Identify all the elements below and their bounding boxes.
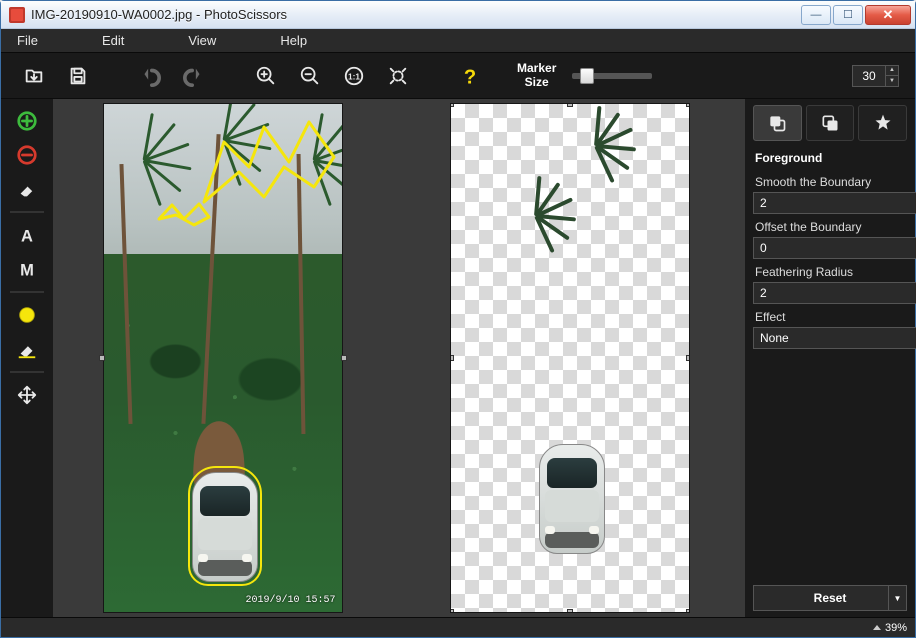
- feather-input[interactable]: [753, 282, 916, 304]
- manual-mode-tool[interactable]: M: [7, 255, 47, 283]
- app-icon: [9, 7, 25, 23]
- close-button[interactable]: ✕: [865, 5, 911, 25]
- reset-button-label: Reset: [814, 591, 847, 605]
- canvas-area: 2019/9/10 15:57: [53, 99, 745, 617]
- panel-section-title: Foreground: [753, 147, 907, 169]
- crop-handle-icon[interactable]: [686, 103, 690, 107]
- crop-handle-icon[interactable]: [99, 355, 105, 361]
- crop-handle-icon[interactable]: [450, 609, 454, 613]
- auto-mode-tool[interactable]: A: [7, 221, 47, 249]
- crop-handle-icon[interactable]: [450, 355, 454, 361]
- car-icon: [192, 472, 258, 582]
- redo-button[interactable]: [177, 59, 211, 93]
- marker-size-input[interactable]: ▲ ▼: [852, 65, 899, 87]
- offset-label: Offset the Boundary: [753, 214, 907, 237]
- maximize-button[interactable]: ☐: [833, 5, 863, 25]
- zoom-actual-button[interactable]: 1:1: [337, 59, 371, 93]
- zoom-out-button[interactable]: [293, 59, 327, 93]
- menu-edit[interactable]: Edit: [102, 33, 124, 48]
- properties-panel: Foreground Smooth the Boundary ▲▼ Offset…: [745, 99, 915, 617]
- top-toolbar: 1:1 ? Marker Size ▲ ▼: [1, 53, 915, 99]
- tab-effects[interactable]: [858, 105, 907, 141]
- smooth-label: Smooth the Boundary: [753, 169, 907, 192]
- minimize-button[interactable]: —: [801, 5, 831, 25]
- left-toolbar: A M: [1, 99, 53, 617]
- foliage-icon: [551, 114, 641, 174]
- statusbar: 39%: [1, 617, 915, 637]
- source-pane[interactable]: 2019/9/10 15:57: [53, 103, 392, 613]
- menubar: File Edit View Help: [1, 29, 915, 53]
- car-icon: [539, 444, 605, 554]
- marker-size-down-icon[interactable]: ▼: [886, 76, 898, 86]
- foliage-icon: [491, 184, 581, 244]
- effect-select[interactable]: [753, 327, 916, 349]
- reset-dropdown-icon[interactable]: ▼: [888, 586, 906, 610]
- menu-view[interactable]: View: [188, 33, 216, 48]
- move-tool[interactable]: [7, 381, 47, 409]
- app-window: IMG-20190910-WA0002.jpg - PhotoScissors …: [0, 0, 916, 638]
- crop-handle-icon[interactable]: [567, 609, 573, 613]
- crop-handle-icon[interactable]: [450, 103, 454, 107]
- svg-text:M: M: [20, 261, 34, 279]
- feather-label: Feathering Radius: [753, 259, 907, 282]
- svg-text:?: ?: [464, 66, 476, 87]
- undo-button[interactable]: [133, 59, 167, 93]
- offset-input[interactable]: [753, 237, 916, 259]
- eraser-tool[interactable]: [7, 175, 47, 203]
- effect-label: Effect: [753, 304, 907, 327]
- crop-handle-icon[interactable]: [567, 103, 573, 107]
- crop-handle-icon[interactable]: [686, 609, 690, 613]
- image-timestamp: 2019/9/10 15:57: [245, 595, 335, 606]
- marker-size-slider[interactable]: [572, 73, 652, 79]
- tab-background[interactable]: [806, 105, 855, 141]
- window-title: IMG-20190910-WA0002.jpg - PhotoScissors: [31, 7, 801, 22]
- foreground-marker-tool[interactable]: [7, 107, 47, 135]
- source-image[interactable]: 2019/9/10 15:57: [103, 103, 343, 613]
- result-pane[interactable]: [400, 103, 739, 613]
- background-marker-tool[interactable]: [7, 141, 47, 169]
- titlebar[interactable]: IMG-20190910-WA0002.jpg - PhotoScissors …: [1, 1, 915, 29]
- marker-size-up-icon[interactable]: ▲: [886, 66, 898, 76]
- zoom-in-button[interactable]: [249, 59, 283, 93]
- tab-foreground[interactable]: [753, 105, 802, 141]
- zoom-fit-button[interactable]: [381, 59, 415, 93]
- slider-thumb-icon[interactable]: [580, 68, 594, 84]
- help-button[interactable]: ?: [453, 59, 487, 93]
- smooth-input[interactable]: [753, 192, 916, 214]
- marker-size-label: Marker Size: [517, 62, 556, 88]
- result-image[interactable]: [450, 103, 690, 613]
- svg-text:1:1: 1:1: [348, 72, 360, 81]
- marker-size-field[interactable]: [852, 65, 886, 87]
- open-button[interactable]: [17, 59, 51, 93]
- highlight-marker-tool[interactable]: [7, 301, 47, 329]
- zoom-level[interactable]: 39%: [873, 622, 907, 634]
- reset-button[interactable]: Reset ▼: [753, 585, 907, 611]
- svg-text:A: A: [21, 227, 33, 245]
- crop-handle-icon[interactable]: [341, 355, 347, 361]
- crop-handle-icon[interactable]: [686, 355, 690, 361]
- highlight-eraser-tool[interactable]: [7, 335, 47, 363]
- menu-help[interactable]: Help: [280, 33, 307, 48]
- menu-file[interactable]: File: [17, 33, 38, 48]
- save-button[interactable]: [61, 59, 95, 93]
